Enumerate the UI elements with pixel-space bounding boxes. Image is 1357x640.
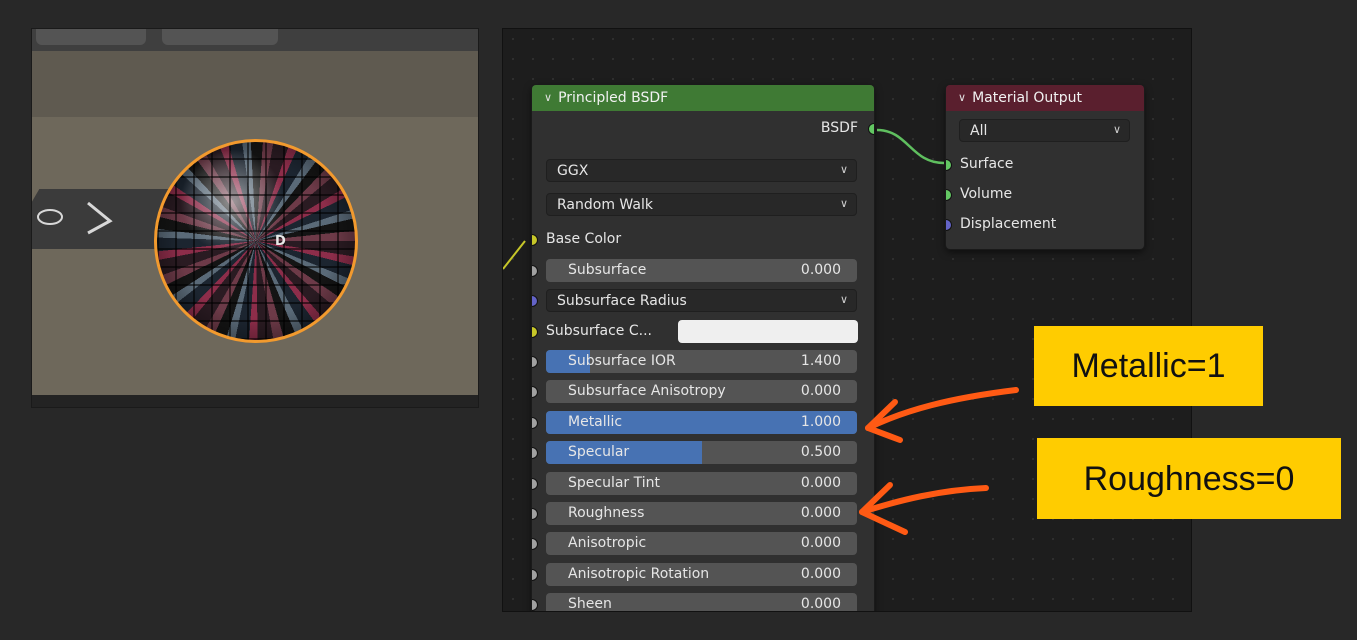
3d-viewport[interactable]: D (31, 28, 479, 408)
viewport-shading-button[interactable] (162, 29, 278, 45)
floor-arrow-icon (37, 201, 113, 235)
viewport-header (32, 29, 478, 51)
sphere-tiles (157, 142, 355, 340)
viewport-mode-button[interactable] (36, 29, 146, 45)
sphere-letter: D (275, 234, 286, 249)
shader-node-editor[interactable]: ∨ Principled BSDF BSDF GGX ∨ Random Walk… (502, 28, 1192, 612)
base-color-link (503, 240, 526, 270)
node-links (503, 128, 945, 270)
viewport-footer (32, 395, 478, 407)
roughness-callout: Roughness=0 (1037, 438, 1341, 519)
disco-sphere-object[interactable]: D (154, 139, 358, 343)
metallic-callout: Metallic=1 (1034, 326, 1263, 406)
bsdf-to-surface-link (876, 128, 945, 165)
